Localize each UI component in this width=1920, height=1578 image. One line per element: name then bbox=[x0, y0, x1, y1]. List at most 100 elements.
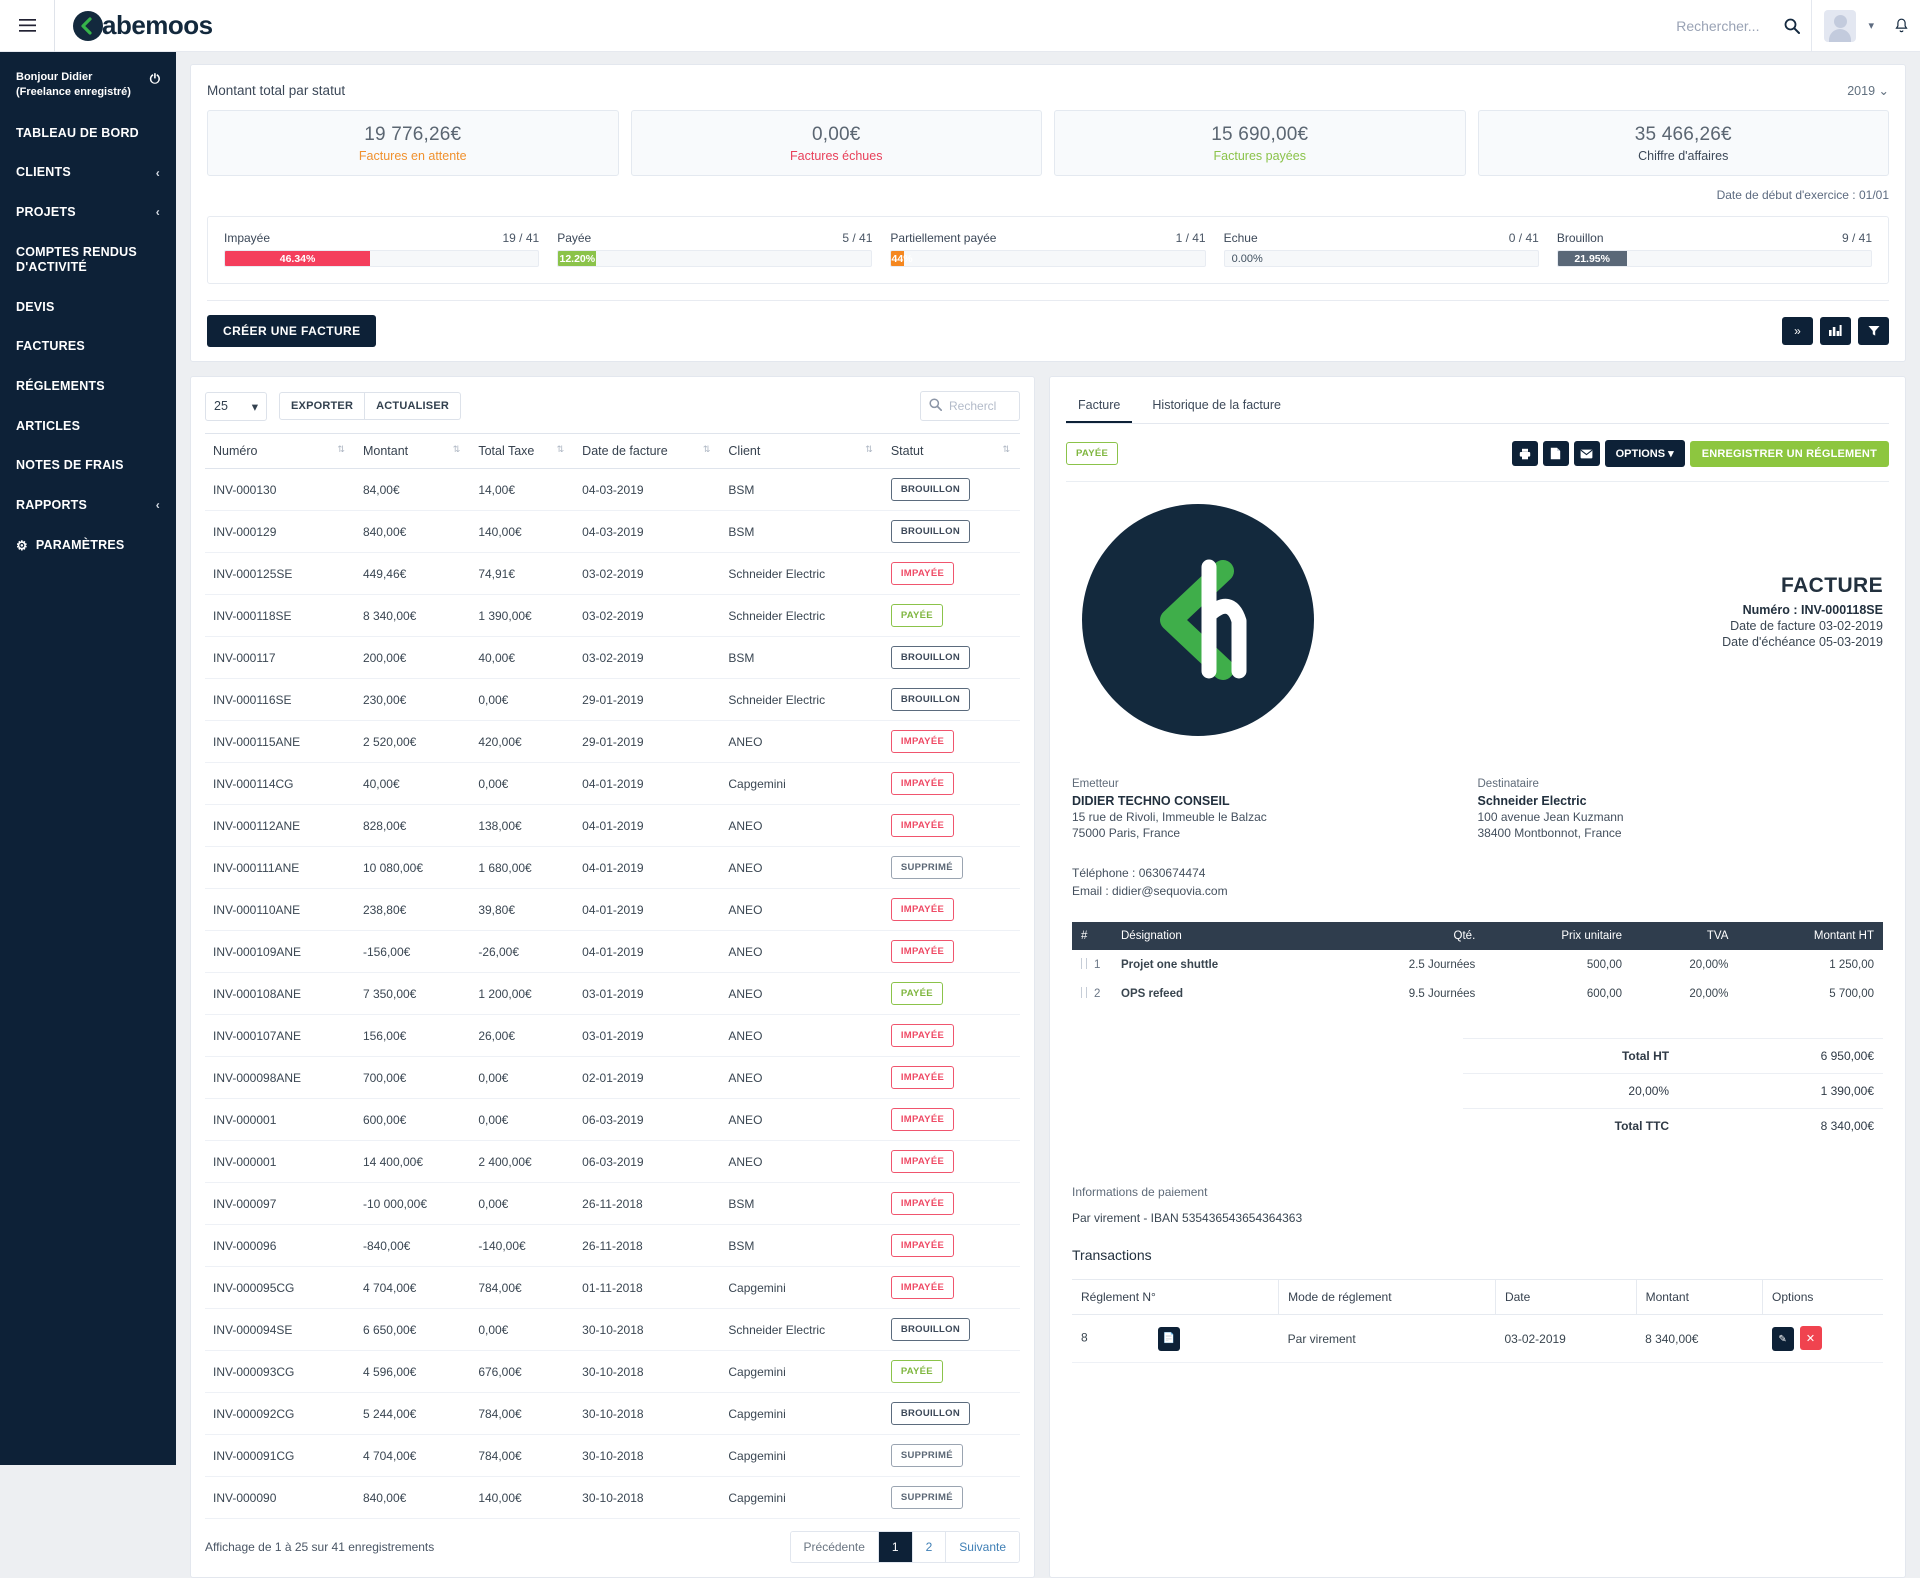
column-header[interactable]: Numéro ⇅ bbox=[205, 433, 355, 469]
status-badge[interactable]: SUPPRIMÉ bbox=[890, 856, 963, 879]
chart-icon[interactable] bbox=[1820, 317, 1851, 345]
avatar[interactable] bbox=[1824, 9, 1857, 42]
table-row[interactable]: INV-000092CG 5 244,00€ 784,00€ 30-10-2018 Ca… bbox=[205, 1392, 1020, 1435]
status-badge[interactable]: IMPAYÉE bbox=[890, 940, 955, 963]
table-search-input[interactable] bbox=[949, 399, 1011, 413]
status-badge[interactable]: IMPAYÉE bbox=[890, 814, 955, 837]
sidebar-item-factures[interactable]: FACTURES bbox=[0, 327, 176, 367]
page-length-select[interactable]: 25 ▾ bbox=[205, 391, 267, 421]
sidebar-item-parametres[interactable]: ⚙ PARAMÈTRES bbox=[0, 526, 176, 566]
refresh-button[interactable]: ACTUALISER bbox=[365, 392, 462, 420]
status-badge[interactable]: IMPAYÉE bbox=[890, 1276, 955, 1299]
brand-logo[interactable]: abemoos bbox=[54, 0, 231, 52]
export-button[interactable]: EXPORTER bbox=[279, 392, 366, 420]
table-row[interactable]: INV-000091CG 4 704,00€ 784,00€ 30-10-2018 Ca… bbox=[205, 1434, 1020, 1477]
chevron-down-icon[interactable]: ▾ bbox=[1860, 19, 1882, 32]
sidebar-item-comptes-rendus[interactable]: COMPTES RENDUS D'ACTIVITÉ bbox=[0, 233, 176, 288]
status-badge[interactable]: BROUILLON bbox=[890, 646, 970, 669]
sidebar-item-devis[interactable]: DEVIS bbox=[0, 288, 176, 328]
status-badge[interactable]: IMPAYÉE bbox=[890, 1234, 955, 1257]
table-row[interactable]: INV-000096 -840,00€ -140,00€ 26-11-2018 BSM I… bbox=[205, 1224, 1020, 1267]
status-badge[interactable]: BROUILLON bbox=[890, 520, 970, 543]
table-row[interactable]: INV-000118SE 8 340,00€ 1 390,00€ 03-02-2019… bbox=[205, 594, 1020, 637]
status-badge[interactable]: SUPPRIMÉ bbox=[890, 1444, 963, 1467]
status-badge[interactable]: IMPAYÉE bbox=[890, 1024, 955, 1047]
pdf-icon[interactable] bbox=[1542, 441, 1569, 466]
sidebar-item-notes-de-frais[interactable]: NOTES DE FRAIS bbox=[0, 446, 176, 486]
status-badge[interactable]: IMPAYÉE bbox=[890, 1150, 955, 1173]
table-row[interactable]: INV-000117 200,00€ 40,00€ 03-02-2019 BSM BROU… bbox=[205, 636, 1020, 679]
table-row[interactable]: INV-000116SE 230,00€ 0,00€ 29-01-2019 Schnei… bbox=[205, 678, 1020, 721]
table-row[interactable]: INV-000001 14 400,00€ 2 400,00€ 06-03-2019 A… bbox=[205, 1140, 1020, 1183]
status-badge[interactable]: PAYÉE bbox=[890, 1360, 943, 1383]
sidebar-item-reglements[interactable]: RÉGLEMENTS bbox=[0, 367, 176, 407]
table-row[interactable]: INV-000109ANE -156,00€ -26,00€ 04-01-2019 AN… bbox=[205, 930, 1020, 973]
table-row[interactable]: INV-000095CG 4 704,00€ 784,00€ 01-11-2018 Ca… bbox=[205, 1266, 1020, 1309]
drag-handle-icon[interactable] bbox=[1081, 958, 1087, 969]
status-badge[interactable]: IMPAYÉE bbox=[890, 1108, 955, 1131]
status-badge[interactable]: BROUILLON bbox=[890, 1318, 970, 1341]
global-search[interactable] bbox=[1559, 17, 1773, 34]
table-row[interactable]: INV-000108ANE 7 350,00€ 1 200,00€ 03-01-201… bbox=[205, 972, 1020, 1015]
hamburger-icon[interactable] bbox=[0, 0, 54, 52]
table-row[interactable]: INV-000114CG 40,00€ 0,00€ 04-01-2019 Capgemi… bbox=[205, 762, 1020, 805]
table-row[interactable]: INV-000112ANE 828,00€ 138,00€ 04-01-2019 ANE… bbox=[205, 804, 1020, 847]
sidebar-item-tableau-de-bord[interactable]: TABLEAU DE BORD bbox=[0, 114, 176, 154]
status-badge[interactable]: PAYÉE bbox=[890, 604, 943, 627]
table-row[interactable]: INV-000110ANE 238,80€ 39,80€ 04-01-2019 ANEO… bbox=[205, 888, 1020, 931]
table-row[interactable]: INV-000094SE 6 650,00€ 0,00€ 30-10-2018 Schn… bbox=[205, 1308, 1020, 1351]
pagination-page-2[interactable]: 2 bbox=[912, 1532, 947, 1562]
power-icon[interactable]: ⏻ bbox=[150, 70, 160, 88]
expand-icon[interactable]: » bbox=[1782, 317, 1813, 345]
bell-icon[interactable] bbox=[1882, 0, 1920, 52]
column-header[interactable]: Date de facture ⇅ bbox=[574, 433, 721, 469]
create-invoice-button[interactable]: CRÉER UNE FACTURE bbox=[207, 315, 377, 347]
table-row[interactable]: INV-000093CG 4 596,00€ 676,00€ 30-10-2018 Ca… bbox=[205, 1350, 1020, 1393]
table-row[interactable]: INV-000115ANE 2 520,00€ 420,00€ 29-01-2019 A… bbox=[205, 720, 1020, 763]
sidebar-item-rapports[interactable]: RAPPORTS ‹ bbox=[0, 486, 176, 526]
status-badge[interactable]: BROUILLON bbox=[890, 688, 970, 711]
table-row[interactable]: INV-000098ANE 700,00€ 0,00€ 02-01-2019 ANEO I… bbox=[205, 1056, 1020, 1099]
printer-icon[interactable] bbox=[1511, 441, 1538, 466]
table-row[interactable]: INV-000090 840,00€ 140,00€ 30-10-2018 Capgem… bbox=[205, 1476, 1020, 1519]
table-row[interactable]: INV-000111ANE 10 080,00€ 1 680,00€ 04-01-20… bbox=[205, 846, 1020, 889]
status-badge[interactable]: IMPAYÉE bbox=[890, 772, 955, 795]
pdf-icon[interactable]: 📄 bbox=[1157, 1326, 1180, 1351]
status-badge[interactable]: IMPAYÉE bbox=[890, 1192, 955, 1215]
status-badge[interactable]: IMPAYÉE bbox=[890, 730, 955, 753]
table-row[interactable]: INV-000107ANE 156,00€ 26,00€ 03-01-2019 ANEO… bbox=[205, 1014, 1020, 1057]
column-header[interactable]: Client ⇅ bbox=[720, 433, 883, 469]
close-icon[interactable]: ✕ bbox=[1799, 1326, 1822, 1350]
pagination-next[interactable]: Suivante bbox=[946, 1532, 1019, 1562]
status-badge[interactable]: IMPAYÉE bbox=[890, 898, 955, 921]
tab-historique[interactable]: Historique de la facture bbox=[1140, 389, 1293, 423]
sidebar-item-articles[interactable]: ARTICLES bbox=[0, 407, 176, 447]
status-badge[interactable]: BROUILLON bbox=[890, 478, 970, 501]
search-icon[interactable] bbox=[1773, 0, 1811, 52]
table-row[interactable]: INV-000130 84,00€ 14,00€ 04-03-2019 BSM BROUI… bbox=[205, 468, 1020, 511]
edit-icon[interactable]: ✎ bbox=[1771, 1327, 1794, 1351]
envelope-icon[interactable] bbox=[1573, 441, 1600, 466]
sidebar-item-projets[interactable]: PROJETS ‹ bbox=[0, 193, 176, 233]
status-badge[interactable]: IMPAYÉE bbox=[890, 1066, 955, 1089]
status-badge[interactable]: SUPPRIMÉ bbox=[890, 1486, 963, 1509]
status-badge[interactable]: BROUILLON bbox=[890, 1402, 970, 1425]
table-row[interactable]: INV-000125SE 449,46€ 74,91€ 03-02-2019 Schne… bbox=[205, 552, 1020, 595]
status-badge[interactable]: PAYÉE bbox=[890, 982, 943, 1005]
pagination-previous[interactable]: Précédente bbox=[790, 1532, 879, 1562]
column-header[interactable]: Total Taxe ⇅ bbox=[470, 433, 575, 469]
search-input[interactable] bbox=[1559, 17, 1760, 34]
status-badge[interactable]: IMPAYÉE bbox=[890, 562, 955, 585]
register-payment-button[interactable]: ENREGISTRER UN RÉGLEMENT bbox=[1689, 440, 1889, 467]
table-row[interactable]: INV-000097 -10 000,00€ 0,00€ 26-11-2018 BSM I… bbox=[205, 1182, 1020, 1225]
options-button[interactable]: OPTIONS ▾ bbox=[1604, 440, 1685, 467]
column-header[interactable]: Statut ⇅ bbox=[882, 433, 1020, 469]
sidebar-item-clients[interactable]: CLIENTS ‹ bbox=[0, 153, 176, 193]
table-search[interactable] bbox=[920, 391, 1020, 421]
table-row[interactable]: INV-000001 600,00€ 0,00€ 06-03-2019 ANEO IMPA… bbox=[205, 1098, 1020, 1141]
pagination-page-1[interactable]: 1 bbox=[878, 1532, 913, 1562]
table-row[interactable]: INV-000129 840,00€ 140,00€ 04-03-2019 BSM BRO… bbox=[205, 510, 1020, 553]
drag-handle-icon[interactable] bbox=[1081, 987, 1087, 998]
filter-icon[interactable] bbox=[1858, 317, 1889, 345]
year-selector[interactable]: 2019 ⌄ bbox=[1847, 83, 1889, 98]
